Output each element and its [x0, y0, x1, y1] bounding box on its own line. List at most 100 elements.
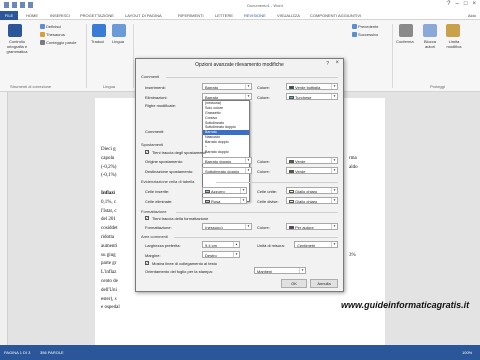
save-icon[interactable] [4, 2, 9, 8]
measure-unit-value: Centimetri [297, 243, 316, 248]
chevron-down-icon: ▼ [331, 168, 336, 173]
chevron-down-icon: ▼ [331, 242, 336, 247]
track-formatting-checkbox[interactable]: ✓ [145, 216, 149, 220]
split-cells-value: Giallo chiaro [295, 199, 318, 204]
preferred-width-input[interactable]: 9,4 cm ▲ [202, 241, 240, 248]
moved-to-color-select[interactable]: Verde ▼ [286, 167, 338, 174]
deletions-color-select[interactable]: Turchese ▼ [286, 93, 338, 100]
chevron-down-icon: ▼ [331, 94, 336, 99]
maximize-icon[interactable]: □ [464, 1, 468, 7]
undo-icon[interactable] [12, 2, 17, 8]
tab-file[interactable]: FILE [0, 11, 18, 20]
dropdown-option[interactable]: Barrato doppio [203, 150, 249, 155]
insertions-color-select[interactable]: Verde bottiglia ▼ [286, 83, 338, 90]
dialog-close-icon[interactable]: × [335, 60, 339, 66]
document-text-line: aumenti [101, 243, 118, 249]
inserted-cells-select[interactable]: Azzurro ▼ [202, 187, 247, 194]
moved-to-select[interactable]: Sottolineato doppio ▼ [202, 167, 252, 174]
formatting-label: Formattazione: [145, 225, 172, 230]
track-moves-checkbox[interactable]: ✓ [145, 150, 149, 154]
define-button[interactable]: Definisci [40, 24, 61, 29]
chevron-down-icon: ▼ [245, 94, 250, 99]
tab-home[interactable]: HOME [26, 13, 38, 18]
section-divider [174, 237, 338, 238]
chevron-down-icon: ▼ [299, 268, 304, 273]
next-label: Successivo [358, 32, 379, 37]
deletions-select[interactable]: Barrato ▼ [202, 93, 252, 100]
restrict-editing-button[interactable]: Limita modifica [444, 39, 464, 49]
formatting-select[interactable]: (nessuno) ▼ [202, 223, 252, 230]
previous-label: Precedente [358, 24, 379, 29]
group-proofing-label: Strumenti di correzione [10, 84, 52, 89]
document-text-line: 3% [349, 252, 356, 258]
moved-to-value: Sottolineato doppio [205, 169, 240, 174]
document-text-line: cento de [101, 279, 118, 284]
show-lines-checkbox[interactable]: ✓ [145, 261, 149, 265]
translate-button[interactable]: Traduci [91, 39, 104, 44]
chevron-down-icon: ▼ [240, 198, 245, 203]
deleted-cells-select[interactable]: Rosa ▼ [202, 197, 247, 204]
language-icon [112, 24, 126, 37]
tab-insert[interactable]: INSERISCI [50, 13, 70, 18]
moved-from-label: Origine spostamento: [145, 159, 184, 164]
document-text-line: (-0,1%) [101, 173, 117, 179]
tab-references[interactable]: RIFERIMENTI [178, 13, 204, 18]
help-icon[interactable]: ? [447, 1, 450, 7]
page-count[interactable]: PAGINA 1 DI 3 [4, 350, 30, 355]
chevron-down-icon: ▼ [245, 168, 250, 173]
group-separator [86, 24, 87, 88]
moved-from-color-select[interactable]: Verde ▼ [286, 157, 338, 164]
orientation-select[interactable]: Mantieni ▼ [254, 267, 306, 274]
tab-addins[interactable]: COMPONENTI AGGIUNTIVI [310, 13, 361, 18]
ok-button[interactable]: OK [281, 279, 307, 288]
close-icon[interactable]: × [472, 1, 476, 7]
measure-unit-select[interactable]: Centimetri ▼ [294, 241, 338, 248]
insertions-select[interactable]: Barrato ▼ [202, 83, 252, 90]
insertions-color-value: Verde bottiglia [295, 85, 321, 90]
block-authors-button[interactable]: Blocca autori [420, 39, 440, 49]
color-swatch [289, 200, 294, 203]
section-markup: Commenti [141, 74, 160, 79]
section-balloons: Aree commenti [141, 234, 168, 239]
formatting-color-select[interactable]: Per autore ▼ [286, 223, 338, 230]
insertions-color-label: Colore: [257, 85, 270, 90]
cancel-button[interactable]: Annulla [310, 279, 338, 288]
formatting-value: (nessuno) [205, 225, 223, 230]
zoom-level[interactable]: 100% [462, 350, 472, 355]
section-divider [166, 77, 338, 78]
next-button[interactable]: Successivo [352, 32, 378, 37]
tab-mailings[interactable]: LETTERE [215, 13, 233, 18]
margin-select[interactable]: Destro ▼ [202, 251, 240, 258]
previous-button[interactable]: Precedente [352, 24, 378, 29]
tab-review[interactable]: REVISIONE [244, 13, 266, 18]
dialog-help-icon[interactable]: ? [326, 61, 329, 67]
split-cells-select[interactable]: Giallo chiaro ▼ [286, 197, 338, 204]
next-icon [352, 32, 357, 37]
document-text-line: parte gr [101, 261, 117, 267]
changed-lines-label: Righe modificate: [145, 103, 176, 108]
redo-icon[interactable] [20, 2, 25, 8]
minimize-icon[interactable]: – [456, 1, 459, 7]
color-swatch [205, 190, 210, 193]
tab-design[interactable]: PROGETTAZIONE [80, 13, 114, 18]
preferred-width-label: Larghezza preferita: [145, 243, 181, 248]
document-text-line: aldo [349, 164, 358, 170]
spelling-button[interactable]: Controllo ortografia e grammatica [2, 39, 32, 54]
moved-from-select[interactable]: Barrato doppio ▼ [202, 157, 252, 164]
track-changes-options-dialog: Opzioni avanzate rilevamento modifiche ?… [135, 58, 344, 292]
preferred-width-value: 9,4 cm [205, 243, 218, 248]
track-formatting-label: Tieni traccia della formattazione [152, 216, 209, 221]
customize-icon[interactable] [28, 2, 33, 8]
tab-view[interactable]: VISUALIZZA [277, 13, 300, 18]
user-name[interactable]: Aldo [468, 13, 476, 18]
language-button[interactable]: Lingua [112, 39, 124, 44]
merged-cells-select[interactable]: Giallo chiaro ▼ [286, 187, 338, 194]
thesaurus-button[interactable]: Thesaurus [40, 32, 65, 37]
chevron-down-icon: ▼ [245, 158, 250, 163]
confirm-button[interactable]: Conferma [396, 39, 414, 44]
document-text-line: ridotta [101, 235, 115, 240]
tab-page-layout[interactable]: LAYOUT DI PAGINA [125, 13, 162, 18]
word-count-button[interactable]: Conteggio parole [40, 40, 76, 45]
document-text-line: Inflazi [101, 191, 115, 196]
word-count[interactable]: 356 PAROLE [40, 350, 64, 355]
